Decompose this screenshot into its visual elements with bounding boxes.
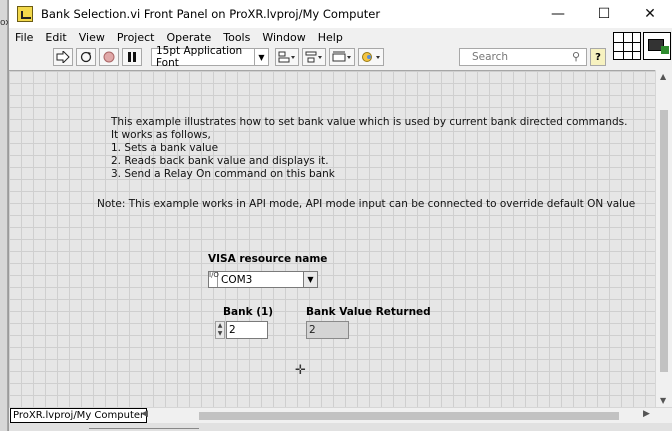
front-panel-grid[interactable]: This example illustrates how to set bank… [9,70,655,407]
abort-execution-icon[interactable] [99,48,119,66]
front-panel-window: Bank Selection.vi Front Panel on ProXR.l… [8,0,672,431]
taskbar-divider [89,428,199,429]
chevron-down-icon[interactable]: ▼ [303,272,317,287]
visa-resource-control[interactable]: I/O COM3 ▼ [208,271,318,288]
search-placeholder: Search [472,51,509,63]
run-continuously-icon[interactable] [76,48,96,66]
bank-numeric-input[interactable]: 2 [226,321,268,339]
search-input[interactable]: Search ⚲ [459,48,587,66]
menu-file[interactable]: File [9,31,39,44]
io-resource-icon: I/O [209,272,219,287]
description-line-5: 3. Send a Relay On command on this bank [111,168,335,180]
vertical-scrollbar[interactable]: ▲ ▼ [655,70,672,407]
menu-operate[interactable]: Operate [160,31,217,44]
reorder-icon[interactable] [358,48,384,66]
menu-edit[interactable]: Edit [39,31,72,44]
bank-value-returned-label: Bank Value Returned [306,306,431,318]
taskbar-edge [9,423,672,431]
bank-value-returned-indicator: 2 [306,321,349,339]
minimize-button[interactable]: — [535,0,581,28]
scroll-up-icon[interactable]: ▲ [660,72,666,81]
bank-label: Bank (1) [223,306,274,318]
scroll-right-icon[interactable]: ▶ [643,409,650,419]
maximize-button[interactable]: ☐ [581,0,627,28]
font-setting-value: 15pt Application Font [156,45,243,69]
application-instance-label[interactable]: ProXR.lvproj/My Computer [10,408,148,423]
horizontal-scroll-thumb[interactable] [199,412,619,420]
vi-icon-thumbnail[interactable] [643,32,671,60]
horizontal-scrollbar-area: ProXR.lvproj/My Computer ◀ ▶ [9,407,672,423]
visa-resource-value[interactable]: COM3 [218,274,303,286]
description-line-3: 1. Sets a bank value [111,142,219,154]
search-icon[interactable]: ⚲ [572,50,580,63]
title-bar[interactable]: Bank Selection.vi Front Panel on ProXR.l… [9,0,672,28]
visa-resource-label: VISA resource name [208,253,328,265]
note-text: Note: This example works in API mode, AP… [97,198,636,210]
connector-pane-icon[interactable] [613,32,641,60]
pause-icon[interactable] [122,48,142,66]
scroll-left-icon[interactable]: ◀ [141,409,148,419]
description-line-1: This example illustrates how to set bank… [111,116,628,128]
description-text: This example illustrates how to set bank… [111,116,627,181]
chevron-down-icon: ▼ [254,49,268,65]
scroll-down-icon[interactable]: ▼ [660,396,666,405]
bank-increment-decrement-icon[interactable]: ▲ ▼ [215,321,225,339]
menu-project[interactable]: Project [111,31,161,44]
run-arrow-icon[interactable] [53,48,73,66]
background-window-strip: ox [0,0,11,431]
description-line-2: It works as follows, [111,129,211,141]
menu-view[interactable]: View [73,31,111,44]
text-settings-dropdown[interactable]: 15pt Application Font ▼ [151,45,269,69]
resize-objects-icon[interactable] [329,48,355,66]
menu-help[interactable]: Help [312,31,349,44]
align-objects-icon[interactable] [275,48,299,66]
distribute-objects-icon[interactable] [302,48,326,66]
menu-tools[interactable]: Tools [217,31,256,44]
description-line-4: 2. Reads back bank value and displays it… [111,155,329,167]
window-controls: — ☐ ✕ [535,0,672,28]
labview-vi-icon [17,6,33,22]
mouse-cursor-icon: ✛ [295,363,306,378]
vertical-scroll-thumb[interactable] [660,110,668,372]
window-title: Bank Selection.vi Front Panel on ProXR.l… [41,7,381,21]
menu-window[interactable]: Window [256,31,311,44]
context-help-button[interactable]: ? [590,48,606,66]
menu-bar: File Edit View Project Operate Tools Win… [9,28,609,46]
close-button[interactable]: ✕ [627,0,672,28]
